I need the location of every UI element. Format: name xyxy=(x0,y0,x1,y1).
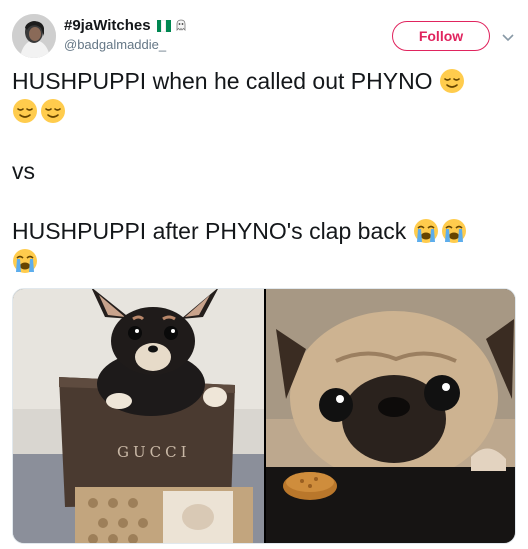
chevron-down-icon[interactable] xyxy=(502,30,514,42)
tweet-media[interactable]: GUCCI xyxy=(12,288,516,544)
crying-face-emoji xyxy=(13,249,37,273)
crying-face-emoji xyxy=(441,219,466,243)
tweet-line-3: HUSHPUPPI after PHYNO's clap back xyxy=(12,216,516,246)
avatar[interactable] xyxy=(12,14,56,58)
nigeria-flag-icon xyxy=(156,20,171,32)
tweet-line-2: vs xyxy=(12,158,35,184)
photo-chihuahua-in-box[interactable]: GUCCI xyxy=(13,289,264,543)
relieved-face-emoji xyxy=(41,99,65,123)
tweet-line-3-text: HUSHPUPPI after PHYNO's clap back xyxy=(12,218,407,244)
tweet-line-3-emoji-wrap xyxy=(12,246,516,276)
crying-face-emoji xyxy=(413,219,438,243)
tweet-text: HUSHPUPPI when he called out PHYNO vs HU… xyxy=(12,66,516,276)
user-handle[interactable]: @badgalmaddie_ xyxy=(64,36,187,54)
tweet-line-1: HUSHPUPPI when he called out PHYNO xyxy=(12,66,516,96)
photo-pug-cookie[interactable] xyxy=(266,289,515,543)
display-name-text[interactable]: #9jaWitches xyxy=(64,16,151,36)
tweet-line-1-text: HUSHPUPPI when he called out PHYNO xyxy=(12,68,433,94)
box-brand-text: GUCCI xyxy=(117,443,191,461)
display-name[interactable]: #9jaWitches xyxy=(64,16,187,36)
follow-button[interactable]: Follow xyxy=(392,21,490,51)
tweet-header: #9jaWitches @badgalmaddie_ Follow xyxy=(12,10,516,58)
relieved-face-emoji xyxy=(13,99,37,123)
ghost-icon xyxy=(175,19,187,33)
tweet-line-1-emoji-wrap xyxy=(12,96,516,126)
relieved-face-emoji xyxy=(439,69,464,93)
